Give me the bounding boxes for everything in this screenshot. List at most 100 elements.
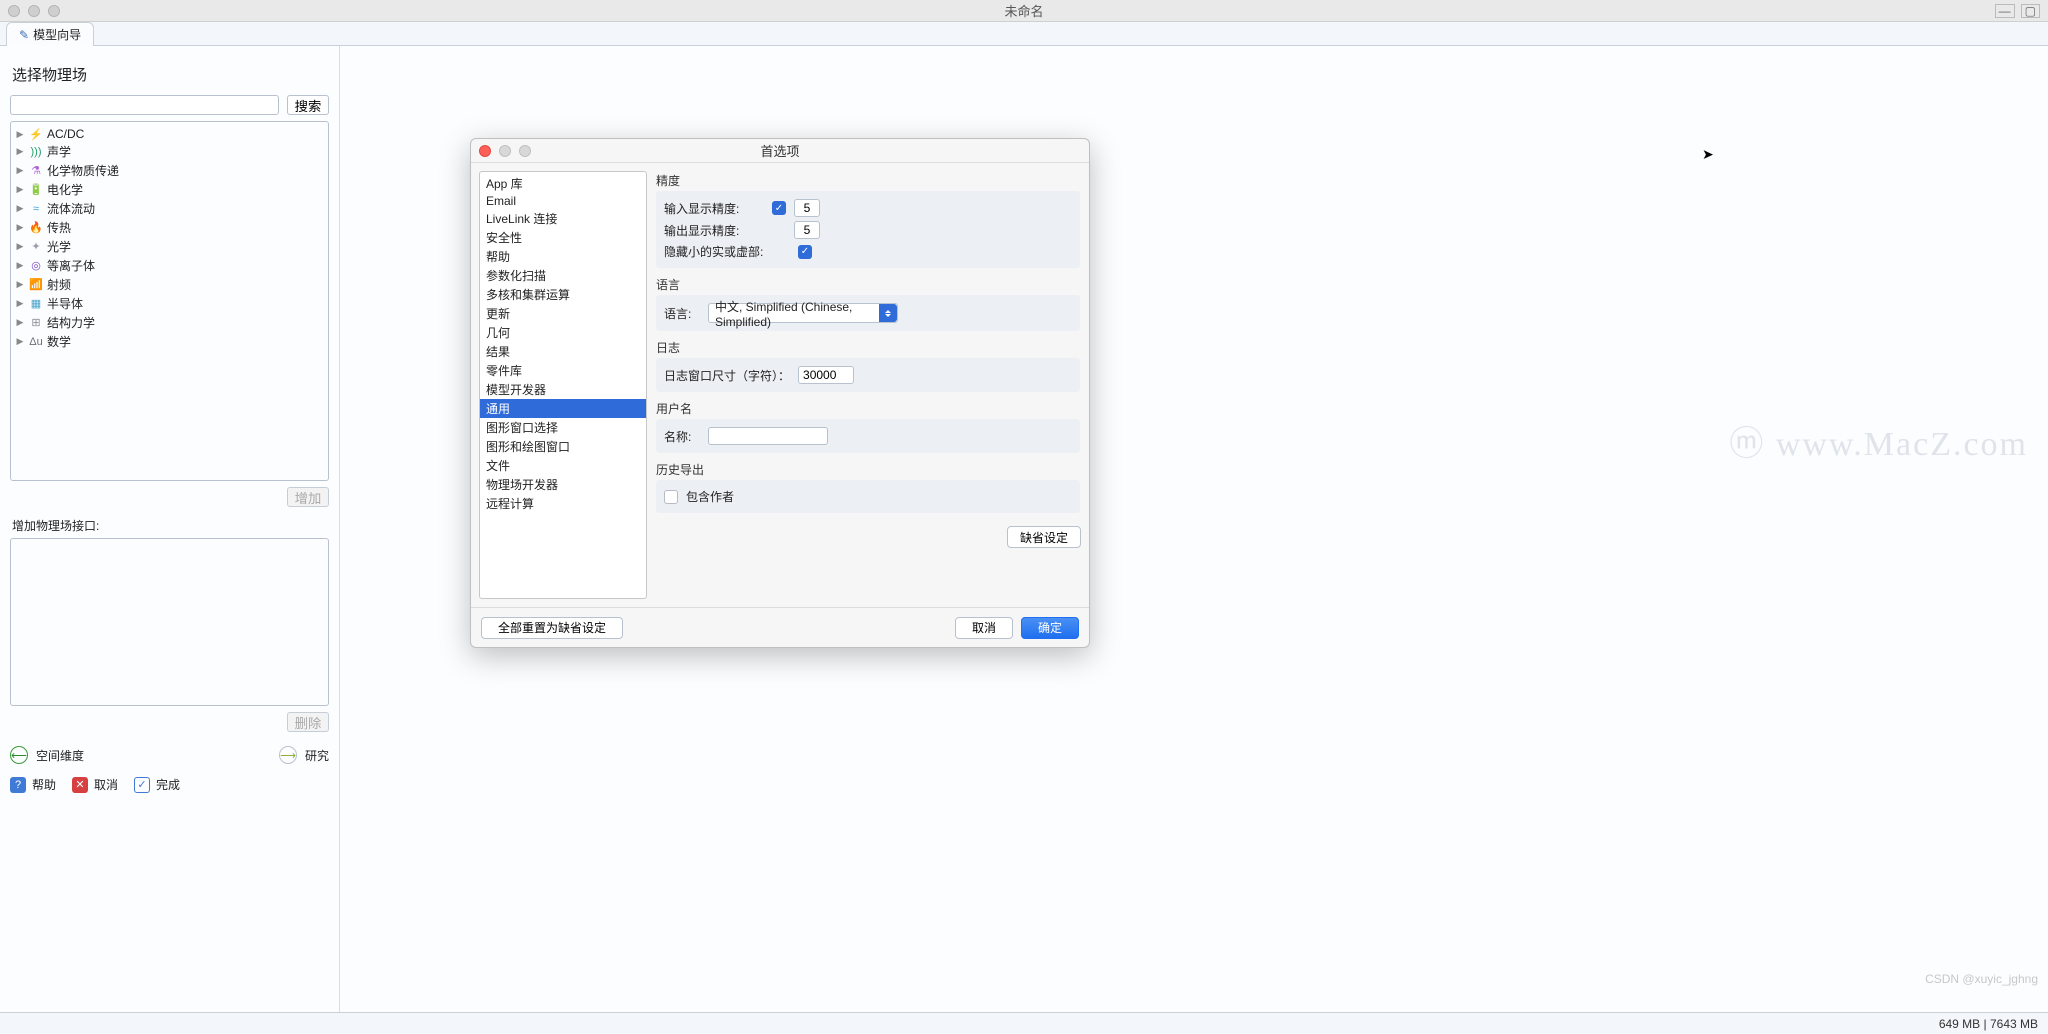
- dialog-close-icon[interactable]: [479, 145, 491, 157]
- pref-category-item[interactable]: 图形和绘图窗口: [480, 437, 646, 456]
- pref-category-item[interactable]: 几何: [480, 323, 646, 342]
- tab-strip: ✎ 模型向导: [0, 22, 2048, 46]
- pref-category-item[interactable]: LiveLink 连接: [480, 209, 646, 228]
- log-heading: 日志: [656, 339, 1080, 356]
- outer-title-bar: 未命名 — ▢: [0, 0, 2048, 22]
- tree-item[interactable]: ▶⚡AC/DC: [13, 126, 326, 142]
- dialog-ok-button[interactable]: 确定: [1021, 617, 1079, 639]
- expand-icon[interactable]: ▶: [15, 184, 25, 195]
- pref-category-item[interactable]: 帮助: [480, 247, 646, 266]
- username-field[interactable]: [708, 427, 828, 445]
- language-heading: 语言: [656, 276, 1080, 293]
- add-physics-button[interactable]: 增加: [287, 487, 329, 507]
- expand-icon[interactable]: ▶: [15, 165, 25, 176]
- window-traffic-lights[interactable]: [8, 5, 60, 17]
- status-bar: 649 MB | 7643 MB: [0, 1012, 2048, 1034]
- pref-category-item[interactable]: 远程计算: [480, 494, 646, 513]
- tree-label: 半导体: [47, 295, 83, 312]
- pref-category-item[interactable]: 模型开发器: [480, 380, 646, 399]
- tab-label: 模型向导: [33, 26, 81, 43]
- tab-model-wizard[interactable]: ✎ 模型向导: [6, 22, 94, 46]
- pref-category-item[interactable]: 安全性: [480, 228, 646, 247]
- tree-item[interactable]: ▶🔋电化学: [13, 180, 326, 199]
- search-button[interactable]: 搜索: [287, 95, 329, 115]
- input-precision-field[interactable]: [794, 199, 820, 217]
- expand-icon[interactable]: ▶: [15, 279, 25, 290]
- pref-category-item[interactable]: 多核和集群运算: [480, 285, 646, 304]
- preferences-category-list[interactable]: App 库EmailLiveLink 连接安全性帮助参数化扫描多核和集群运算更新…: [479, 171, 647, 599]
- tree-item[interactable]: ▶≈流体流动: [13, 199, 326, 218]
- physics-icon: 📶: [29, 278, 43, 291]
- tree-item[interactable]: ▶⚗化学物质传递: [13, 161, 326, 180]
- tree-label: 声学: [47, 143, 71, 160]
- expand-icon[interactable]: ▶: [15, 317, 25, 328]
- dialog-cancel-button[interactable]: 取消: [955, 617, 1013, 639]
- tree-item[interactable]: ▶⊞结构力学: [13, 313, 326, 332]
- pref-category-item[interactable]: 参数化扫描: [480, 266, 646, 285]
- watermark: ⓜ www.MacZ.com: [1729, 416, 2028, 465]
- tree-item[interactable]: ▶📶射频: [13, 275, 326, 294]
- reset-all-button[interactable]: 全部重置为缺省设定: [481, 617, 623, 639]
- nav-next-study[interactable]: ⟶ 研究: [279, 746, 329, 764]
- physics-icon: Δu: [29, 336, 43, 348]
- pref-category-item[interactable]: 更新: [480, 304, 646, 323]
- dash-icon[interactable]: —: [1995, 4, 2015, 18]
- cursor-icon: ➤: [1702, 146, 1714, 163]
- minimize-icon[interactable]: [28, 5, 40, 17]
- pref-category-item[interactable]: 零件库: [480, 361, 646, 380]
- pref-category-item[interactable]: 物理场开发器: [480, 475, 646, 494]
- nav-prev-space[interactable]: ⟵ 空间维度: [10, 746, 84, 764]
- pref-category-item[interactable]: 结果: [480, 342, 646, 361]
- output-precision-field[interactable]: [794, 221, 820, 239]
- tree-label: AC/DC: [47, 127, 84, 141]
- pref-category-item[interactable]: Email: [480, 193, 646, 209]
- pref-category-item[interactable]: 通用: [480, 399, 646, 418]
- square-icon[interactable]: ▢: [2021, 4, 2040, 18]
- expand-icon[interactable]: ▶: [15, 298, 25, 309]
- magic-wand-icon: ✎: [19, 28, 29, 42]
- expand-icon[interactable]: ▶: [15, 129, 25, 140]
- input-precision-checkbox[interactable]: ✓: [772, 201, 786, 215]
- added-interfaces-list[interactable]: [10, 538, 329, 706]
- tree-label: 光学: [47, 238, 71, 255]
- preferences-dialog: 首选项 App 库EmailLiveLink 连接安全性帮助参数化扫描多核和集群…: [470, 138, 1090, 648]
- cancel-button[interactable]: ✕ 取消: [72, 776, 118, 793]
- output-precision-label: 输出显示精度:: [664, 222, 764, 239]
- expand-icon[interactable]: ▶: [15, 146, 25, 157]
- default-settings-button[interactable]: 缺省设定: [1007, 526, 1081, 548]
- log-size-label: 日志窗口尺寸（字符）：: [664, 367, 790, 384]
- preferences-pane: 精度 输入显示精度: ✓ 输出显示精度: 隐藏小的实或虚部:: [655, 171, 1081, 599]
- hide-small-checkbox[interactable]: ✓: [798, 245, 812, 259]
- window-layout-buttons[interactable]: — ▢: [1995, 4, 2040, 18]
- done-button[interactable]: ✓ 完成: [134, 776, 180, 793]
- username-heading: 用户名: [656, 400, 1080, 417]
- window-title: 未命名: [0, 1, 2048, 20]
- tree-item[interactable]: ▶))) 声学: [13, 142, 326, 161]
- remove-button[interactable]: 删除: [287, 712, 329, 732]
- zoom-icon[interactable]: [48, 5, 60, 17]
- include-author-checkbox[interactable]: [664, 490, 678, 504]
- tree-item[interactable]: ▶✦光学: [13, 237, 326, 256]
- csdn-watermark: CSDN @xuyic_jghng: [1925, 972, 2038, 986]
- expand-icon[interactable]: ▶: [15, 336, 25, 347]
- tree-item[interactable]: ▶◎等离子体: [13, 256, 326, 275]
- tree-item[interactable]: ▶🔥传热: [13, 218, 326, 237]
- expand-icon[interactable]: ▶: [15, 260, 25, 271]
- language-select[interactable]: 中文, Simplified (Chinese, Simplified): [708, 303, 898, 323]
- expand-icon[interactable]: ▶: [15, 222, 25, 233]
- tree-label: 电化学: [47, 181, 83, 198]
- close-icon[interactable]: [8, 5, 20, 17]
- tree-item[interactable]: ▶Δu数学: [13, 332, 326, 351]
- log-size-field[interactable]: [798, 366, 854, 384]
- tree-label: 传热: [47, 219, 71, 236]
- pref-category-item[interactable]: 文件: [480, 456, 646, 475]
- expand-icon[interactable]: ▶: [15, 241, 25, 252]
- search-input[interactable]: [10, 95, 279, 115]
- pref-category-item[interactable]: 图形窗口选择: [480, 418, 646, 437]
- tree-item[interactable]: ▶▦半导体: [13, 294, 326, 313]
- expand-icon[interactable]: ▶: [15, 203, 25, 214]
- help-button[interactable]: ? 帮助: [10, 776, 56, 793]
- physics-tree[interactable]: ▶⚡AC/DC▶))) 声学▶⚗化学物质传递▶🔋电化学▶≈流体流动▶🔥传热▶✦光…: [10, 121, 329, 481]
- tree-label: 化学物质传递: [47, 162, 119, 179]
- pref-category-item[interactable]: App 库: [480, 174, 646, 193]
